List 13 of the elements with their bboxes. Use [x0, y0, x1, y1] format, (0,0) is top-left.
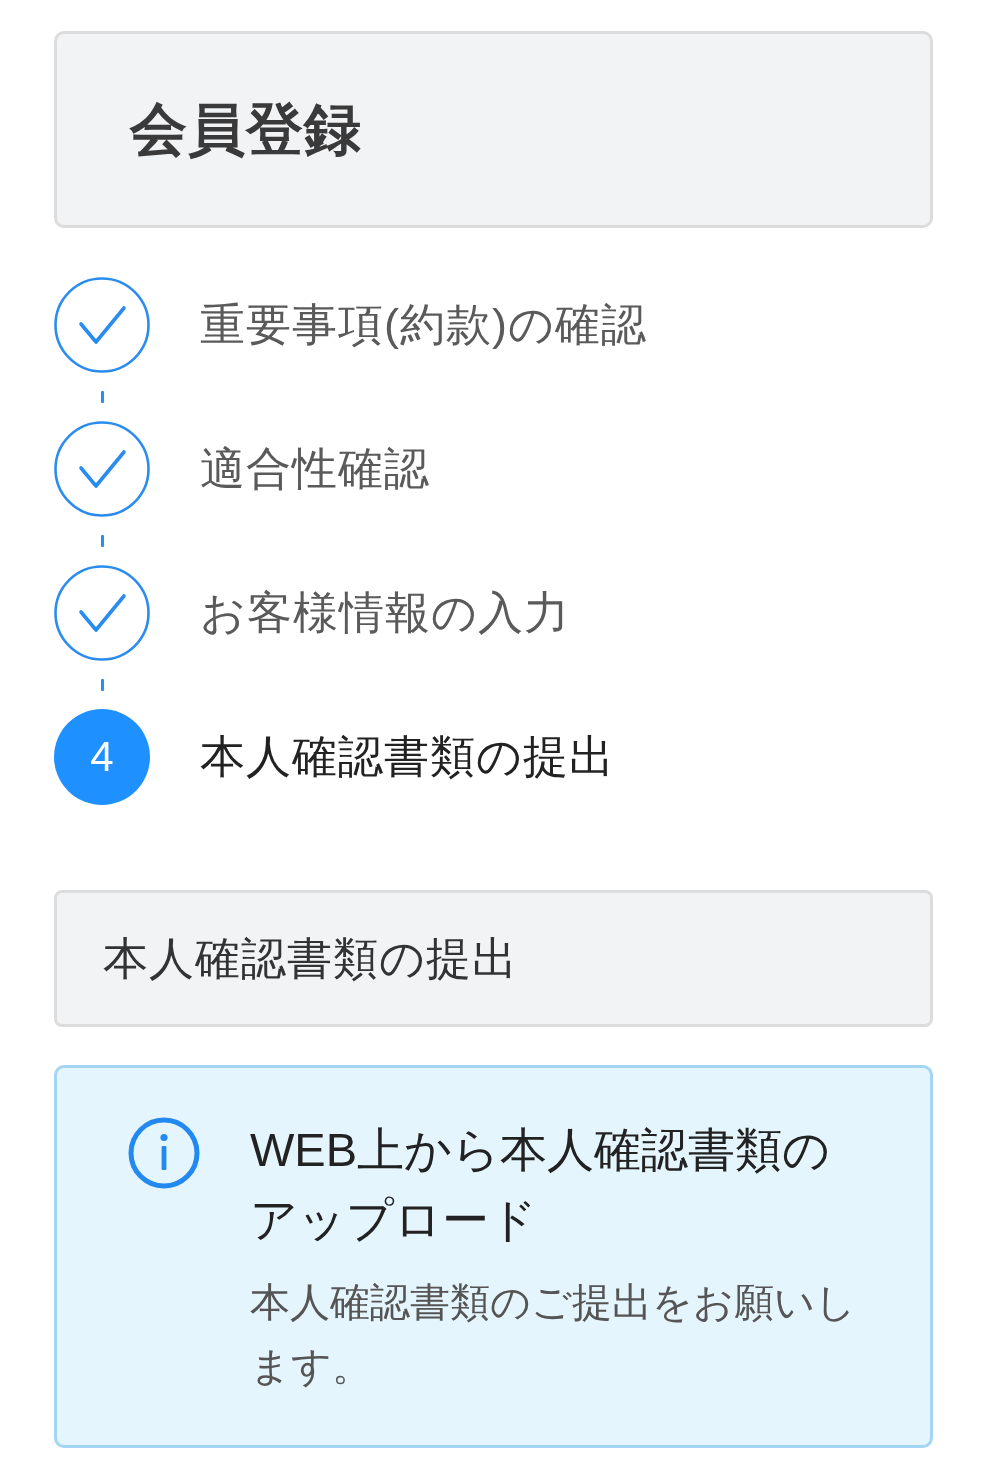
notice-title: WEB上から本人確認書類のアップロード	[250, 1122, 832, 1248]
step-number: 4	[54, 709, 150, 805]
connector-dash	[100, 679, 104, 691]
notice-message: 本人確認書類のご提出をお願いします。	[250, 1279, 857, 1390]
connector-dash	[100, 391, 104, 403]
step-label: 適合性確認	[200, 442, 430, 496]
info-icon	[128, 1117, 200, 1189]
page-title: 会員登録	[130, 96, 362, 164]
connector-dash	[100, 535, 104, 547]
step-label: 重要事項(約款)の確認	[200, 298, 647, 352]
step-label: 本人確認書類の提出	[200, 730, 615, 784]
section-title: 本人確認書類の提出	[103, 931, 518, 986]
step-label: お客様情報の入力	[200, 586, 570, 640]
